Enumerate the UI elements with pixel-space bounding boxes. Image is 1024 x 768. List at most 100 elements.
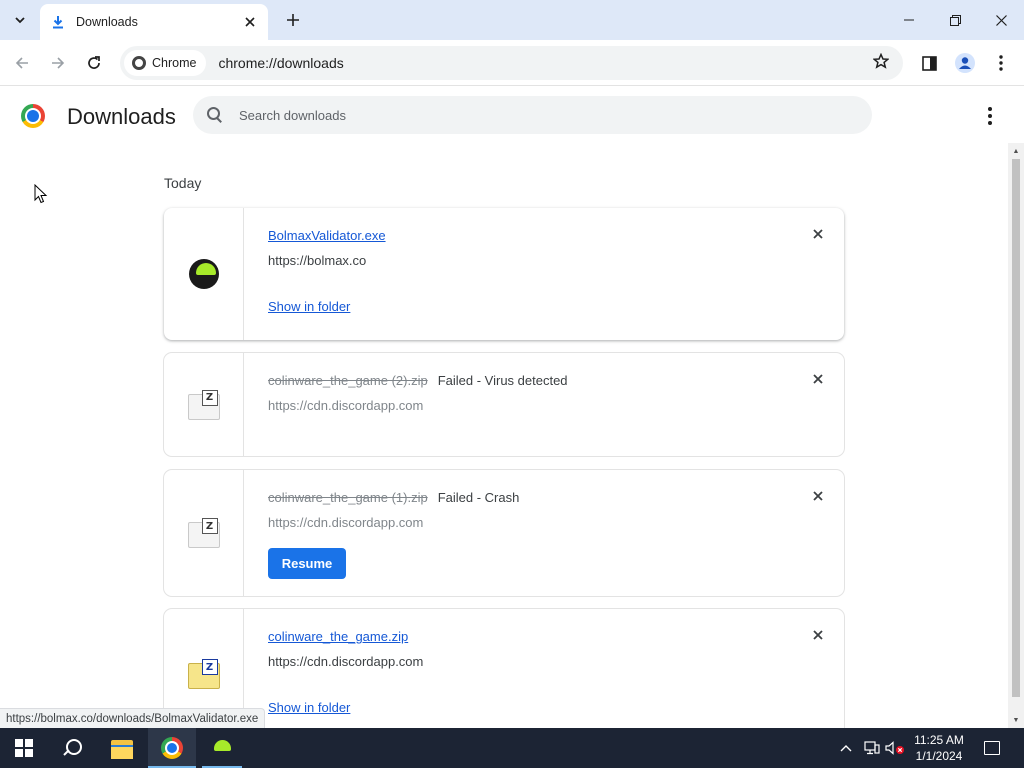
browser-window: Downloads Chrome chrome://downloads Down… — [0, 0, 1024, 768]
download-filename-link[interactable]: colinware_the_game.zip — [268, 629, 408, 644]
windows-taskbar: 11:25 AM 1/1/2024 — [0, 728, 1024, 768]
close-icon — [813, 630, 823, 640]
show-in-folder-link[interactable]: Show in folder — [268, 299, 350, 314]
download-source-url: https://bolmax.co — [268, 253, 367, 268]
taskbar-chrome[interactable] — [148, 728, 196, 768]
browser-toolbar: Chrome chrome://downloads — [0, 40, 1024, 86]
search-downloads-input[interactable]: Search downloads — [193, 96, 872, 134]
tab-search-button[interactable] — [8, 8, 32, 32]
close-icon — [813, 229, 823, 239]
bookmark-star-icon[interactable] — [872, 52, 890, 74]
profile-button[interactable] — [954, 52, 976, 74]
windows-logo-icon — [15, 739, 33, 757]
arrow-right-icon — [52, 57, 65, 69]
restore-button[interactable] — [932, 0, 978, 40]
zip-file-icon: Z — [187, 659, 220, 689]
download-filename: colinware_the_game (1).zip — [268, 490, 428, 505]
chevron-down-icon — [15, 17, 25, 24]
start-button[interactable] — [0, 728, 48, 768]
taskbar-clock[interactable]: 11:25 AM 1/1/2024 — [904, 732, 974, 764]
remove-download-button[interactable] — [810, 488, 826, 504]
new-tab-button[interactable] — [281, 8, 305, 32]
scroll-down-arrow-icon[interactable]: ▼ — [1008, 714, 1024, 726]
chrome-menu-button[interactable] — [990, 52, 1012, 74]
remove-download-button[interactable] — [810, 226, 826, 242]
resume-button[interactable]: Resume — [268, 548, 346, 579]
close-icon — [813, 491, 823, 501]
close-icon — [995, 14, 1007, 26]
page-title: Downloads — [67, 104, 176, 129]
reload-icon — [88, 56, 100, 69]
downloads-more-actions-button[interactable] — [980, 104, 1000, 128]
file-icon-column — [164, 208, 244, 340]
download-icon — [50, 14, 66, 30]
tab-title: Downloads — [76, 15, 138, 29]
clock-date: 1/1/2024 — [915, 749, 963, 763]
notification-icon — [984, 741, 1000, 755]
show-in-folder-link[interactable]: Show in folder — [268, 700, 350, 715]
close-icon — [245, 16, 255, 27]
vertical-dots-icon — [999, 55, 1003, 71]
url-text[interactable]: chrome://downloads — [218, 55, 873, 71]
tab-strip: Downloads — [0, 0, 1024, 40]
file-icon-column: Z — [164, 470, 244, 596]
mouse-cursor-icon — [34, 184, 48, 204]
download-item: BolmaxValidator.exe https://bolmax.co Sh… — [164, 208, 844, 340]
taskbar-bolmax-app[interactable] — [198, 728, 246, 768]
download-source-url: https://cdn.discordapp.com — [268, 654, 424, 669]
download-status: Failed - Virus detected — [437, 373, 568, 388]
dot — [988, 114, 992, 118]
zip-badge: Z — [201, 659, 218, 675]
search-placeholder: Search downloads — [239, 107, 346, 123]
folder-icon — [111, 739, 133, 759]
taskbar-search-button[interactable] — [48, 728, 96, 768]
scroll-up-arrow-icon[interactable]: ▲ — [1008, 145, 1024, 157]
close-tab-button[interactable] — [242, 14, 258, 31]
chrome-icon — [132, 56, 146, 70]
minimize-button[interactable] — [886, 0, 932, 40]
zip-badge: Z — [201, 518, 218, 534]
taskbar-file-explorer[interactable] — [98, 728, 146, 768]
arrow-left-icon — [15, 57, 28, 69]
address-bar[interactable]: Chrome chrome://downloads — [120, 46, 903, 80]
tray-chevron-up-icon[interactable] — [838, 728, 854, 768]
search-icon — [207, 107, 223, 123]
plus-icon — [287, 14, 299, 26]
downloads-header: Downloads Search downloads — [0, 87, 1024, 143]
notification-center-button[interactable] — [980, 728, 1004, 768]
page-scrollbar[interactable]: ▲ ▼ — [1008, 143, 1024, 728]
close-window-button[interactable] — [978, 0, 1024, 40]
download-filename-link[interactable]: BolmaxValidator.exe — [268, 228, 386, 243]
forward-button[interactable] — [44, 49, 72, 77]
link-hover-status: https://bolmax.co/downloads/BolmaxValida… — [0, 708, 266, 728]
network-icon[interactable] — [862, 728, 882, 768]
chrome-logo-icon — [21, 104, 45, 128]
date-group-label: Today — [164, 175, 202, 191]
clock-time: 11:25 AM — [914, 733, 964, 747]
side-panel-button[interactable] — [918, 52, 940, 74]
download-item: Z colinware_the_game (2).zip Failed - Vir… — [164, 353, 844, 456]
download-status: Failed - Crash — [437, 490, 520, 505]
scrollbar-thumb[interactable] — [1012, 159, 1020, 697]
dot — [988, 121, 992, 125]
side-panel-icon — [921, 55, 937, 71]
dot — [988, 107, 992, 111]
zip-badge: Z — [201, 389, 218, 406]
profile-icon — [955, 53, 975, 73]
site-info-chip[interactable]: Chrome — [124, 50, 207, 76]
bolmax-app-icon — [211, 737, 233, 759]
download-source-url: https://cdn.discordapp.com — [268, 398, 424, 413]
chrome-icon — [161, 737, 183, 759]
reload-button[interactable] — [80, 49, 108, 77]
tab-downloads[interactable]: Downloads — [40, 4, 268, 40]
download-source-url: https://cdn.discordapp.com — [268, 515, 424, 530]
remove-download-button[interactable] — [810, 371, 826, 387]
volume-muted-icon[interactable] — [884, 728, 906, 768]
search-icon — [63, 739, 82, 757]
close-icon — [813, 374, 823, 384]
file-icon-column: Z — [164, 353, 244, 456]
remove-download-button[interactable] — [810, 627, 826, 643]
restore-icon — [949, 14, 961, 26]
back-button[interactable] — [8, 49, 36, 77]
chip-label: Chrome — [152, 56, 197, 70]
